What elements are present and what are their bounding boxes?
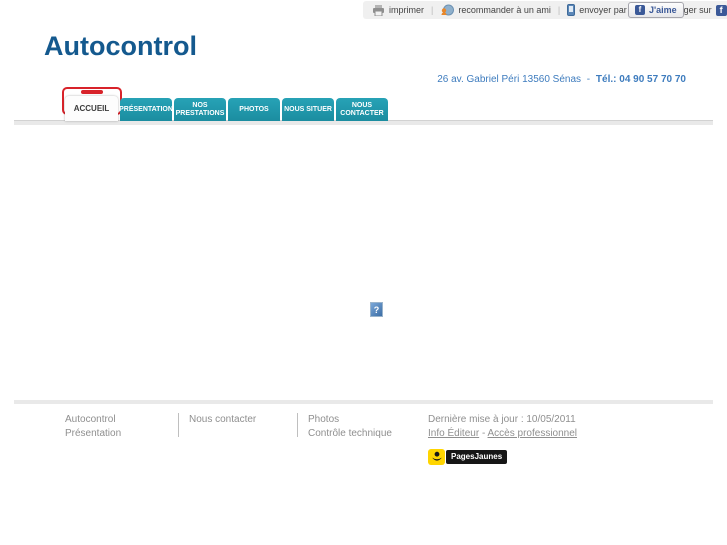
recommend-button[interactable]: recommander à un ami <box>440 4 551 16</box>
page: imprimer | recommander à un ami | envoye… <box>0 0 727 545</box>
toolbar-divider: | <box>431 5 434 15</box>
footer-link-nous-contacter[interactable]: Nous contacter <box>189 413 256 427</box>
footer-link-presentation[interactable]: Présentation <box>65 427 121 441</box>
acces-professionnel-link[interactable]: Accès professionnel <box>488 428 578 439</box>
print-button[interactable]: imprimer <box>372 4 424 16</box>
tab-nous-situer[interactable]: NOUS SITUER <box>282 98 334 121</box>
tab-accueil[interactable]: ACCUEIL <box>65 96 118 121</box>
last-update-text: Dernière mise à jour : 10/05/2011 <box>428 414 576 425</box>
facebook-like-button[interactable]: f J'aime <box>628 2 684 18</box>
recommend-friend-icon <box>440 4 455 16</box>
tab-presentation[interactable]: PRÉSENTATION <box>119 98 173 121</box>
address-line: 26 av. Gabriel Péri 13560 Sénas - Tél.: … <box>437 74 686 85</box>
footer-column-3: Photos Contrôle technique <box>308 413 392 441</box>
street-address: 26 av. Gabriel Péri 13560 Sénas <box>437 74 582 85</box>
footer-column-2: Nous contacter <box>189 413 256 427</box>
editor-links-row: Info Éditeur - Accès professionnel <box>428 427 577 441</box>
broken-image-placeholder: ? <box>370 302 383 317</box>
printer-icon <box>372 4 385 16</box>
footer-column-divider <box>297 413 298 437</box>
phone-number: Tél.: 04 90 57 70 70 <box>595 74 686 85</box>
site-logo-title[interactable]: Autocontrol <box>44 31 197 62</box>
footer-divider <box>14 400 713 404</box>
facebook-share-icon[interactable]: f <box>715 4 727 16</box>
pagesjaunes-logo[interactable]: PagesJaunes <box>428 449 508 465</box>
recommend-label: recommander à un ami <box>458 5 551 15</box>
address-separator: - <box>586 74 591 85</box>
red-logo-emblem <box>81 90 103 94</box>
footer-column-divider <box>178 413 179 437</box>
tab-photos[interactable]: PHOTOS <box>228 98 280 121</box>
footer-column-1: Autocontrol Présentation <box>65 413 121 441</box>
smiley-icon <box>428 449 445 465</box>
footer-link-photos[interactable]: Photos <box>308 413 392 427</box>
main-nav: ACCUEIL PRÉSENTATION NOS PRESTATIONS PHO… <box>65 96 390 121</box>
footer-link-autocontrol[interactable]: Autocontrol <box>65 413 121 427</box>
mobile-phone-icon <box>567 4 576 16</box>
like-label: J'aime <box>649 5 677 15</box>
facebook-icon: f <box>635 5 645 15</box>
footer-link-controle-technique[interactable]: Contrôle technique <box>308 427 392 441</box>
info-editeur-link[interactable]: Info Éditeur <box>428 428 479 439</box>
tab-nous-contacter[interactable]: NOUS CONTACTER <box>336 98 388 121</box>
toolbar-divider: | <box>557 5 561 15</box>
print-label: imprimer <box>389 5 424 15</box>
tab-nos-prestations[interactable]: NOS PRESTATIONS <box>174 98 226 121</box>
pagesjaunes-label: PagesJaunes <box>446 450 508 464</box>
footer-column-4: Dernière mise à jour : 10/05/2011 Info É… <box>428 413 577 441</box>
editor-links-separator: - <box>481 428 486 439</box>
